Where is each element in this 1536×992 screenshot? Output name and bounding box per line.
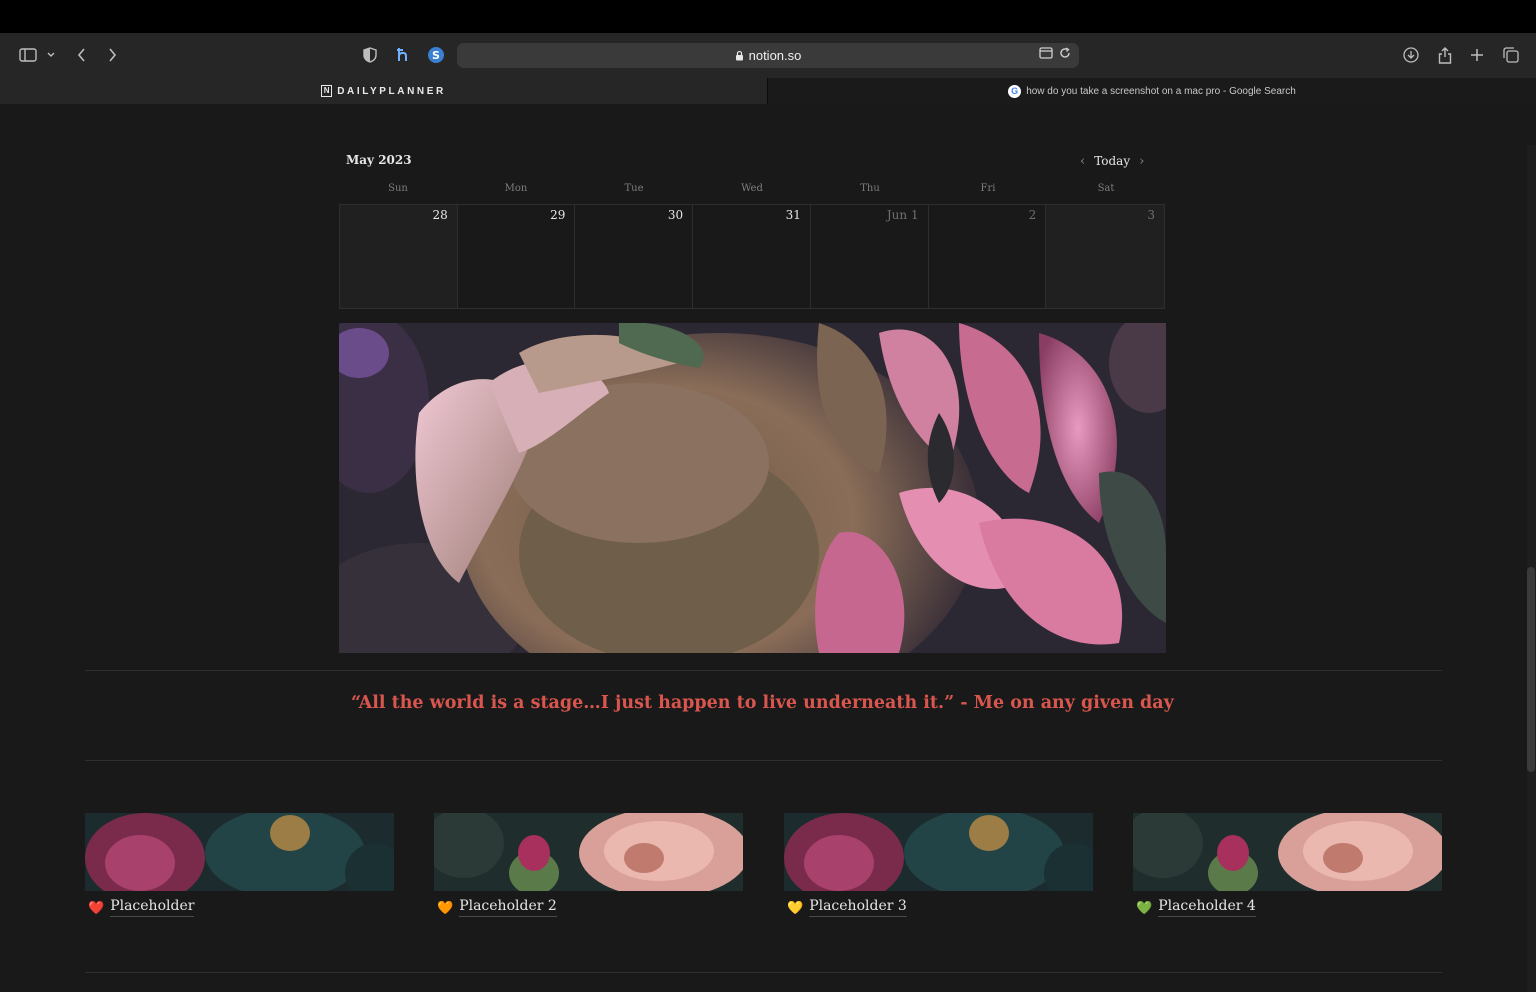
calendar-day-cell[interactable]: 30 bbox=[575, 205, 694, 308]
divider bbox=[85, 760, 1442, 761]
calendar-day-cell[interactable]: Jun 1 bbox=[811, 205, 929, 308]
card-title: Placeholder 2 bbox=[459, 898, 557, 917]
weekday-header: Tue bbox=[624, 183, 644, 194]
day-number: 3 bbox=[1147, 208, 1156, 222]
card-title: Placeholder 3 bbox=[809, 898, 907, 917]
card-cover-image bbox=[784, 813, 1093, 891]
calendar-month-label: May 2023 bbox=[346, 153, 412, 167]
back-icon[interactable] bbox=[74, 43, 88, 67]
day-number: 2 bbox=[1028, 208, 1037, 222]
extension-s-icon[interactable]: S bbox=[427, 43, 445, 67]
weekday-header: Mon bbox=[504, 183, 528, 194]
calendar-day-cell[interactable]: 29 bbox=[458, 205, 576, 308]
chevron-down-icon[interactable] bbox=[45, 43, 57, 67]
url-text: notion.so bbox=[748, 48, 802, 63]
heart-icon: 🧡 bbox=[437, 899, 454, 915]
tab-title: how do you take a screenshot on a mac pr… bbox=[1026, 85, 1296, 97]
tab-title: DAILYPLANNER bbox=[337, 85, 446, 97]
gallery-card[interactable]: 💛 Placeholder 3 bbox=[784, 813, 1093, 923]
weekday-header: Wed bbox=[741, 183, 763, 194]
calendar-day-cell[interactable]: 31 bbox=[693, 205, 811, 308]
gallery-card[interactable]: 💚 Placeholder 4 bbox=[1133, 813, 1442, 923]
calendar-grid: 28 29 30 31 Jun 1 2 3 bbox=[339, 204, 1165, 309]
sidebar-toggle-icon[interactable] bbox=[18, 43, 38, 67]
screen-top-bar bbox=[0, 0, 1536, 33]
card-title: Placeholder bbox=[110, 898, 195, 917]
day-number: 29 bbox=[550, 208, 566, 222]
forward-icon[interactable] bbox=[105, 43, 119, 67]
tab-dailyplanner[interactable]: N DAILYPLANNER bbox=[0, 78, 767, 104]
calendar-day-cell[interactable]: 3 bbox=[1046, 205, 1165, 308]
shield-icon[interactable] bbox=[362, 43, 378, 67]
weekday-header: Sun bbox=[388, 183, 408, 194]
gallery-card[interactable]: ❤️ Placeholder bbox=[85, 813, 394, 923]
card-cover-image bbox=[85, 813, 394, 891]
chevron-right-icon[interactable]: › bbox=[1139, 154, 1144, 169]
extension-h-icon[interactable] bbox=[394, 43, 412, 67]
browser-toolbar: S notion.so bbox=[0, 33, 1536, 78]
day-number: Jun 1 bbox=[886, 208, 919, 222]
calendar-day-cell[interactable]: 2 bbox=[929, 205, 1047, 308]
day-number: 28 bbox=[432, 208, 448, 222]
card-title: Placeholder 4 bbox=[1158, 898, 1256, 917]
notion-logo-icon: N bbox=[321, 85, 333, 97]
download-icon[interactable] bbox=[1402, 43, 1420, 67]
chevron-left-icon[interactable]: ‹ bbox=[1080, 154, 1085, 169]
lock-icon bbox=[735, 50, 743, 61]
weekday-header: Fri bbox=[980, 183, 996, 194]
reader-icon[interactable] bbox=[1039, 47, 1053, 59]
calendar-nav: ‹ Today › bbox=[1080, 152, 1144, 170]
card-cover-image bbox=[434, 813, 743, 891]
address-bar[interactable]: notion.so bbox=[457, 43, 1079, 68]
share-icon[interactable] bbox=[1436, 43, 1454, 67]
divider bbox=[85, 972, 1442, 973]
gallery-card[interactable]: 🧡 Placeholder 2 bbox=[434, 813, 743, 923]
weekday-header: Sat bbox=[1097, 183, 1115, 194]
day-number: 30 bbox=[667, 208, 684, 222]
tab-overview-icon[interactable] bbox=[1502, 43, 1520, 67]
google-icon: G bbox=[1008, 84, 1022, 98]
calendar-day-cell[interactable]: 28 bbox=[340, 205, 458, 308]
weekday-header: Thu bbox=[860, 183, 880, 194]
card-cover-image bbox=[1133, 813, 1442, 891]
tab-bar: N DAILYPLANNER G how do you take a scree… bbox=[0, 78, 1536, 104]
heart-icon: 💚 bbox=[1136, 899, 1153, 915]
svg-text:S: S bbox=[432, 49, 440, 62]
reload-icon[interactable] bbox=[1059, 47, 1071, 59]
divider bbox=[85, 670, 1442, 671]
today-button[interactable]: Today bbox=[1094, 154, 1130, 168]
heart-icon: 💛 bbox=[787, 899, 804, 915]
new-tab-icon[interactable] bbox=[1468, 43, 1486, 67]
tab-google-search[interactable]: G how do you take a screenshot on a mac … bbox=[767, 78, 1536, 104]
quote-text: “All the world is a stage…I just happen … bbox=[351, 693, 1174, 713]
floral-banner-image bbox=[339, 323, 1166, 653]
heart-icon: ❤️ bbox=[88, 899, 105, 915]
scrollbar-thumb[interactable] bbox=[1527, 567, 1535, 772]
day-number: 31 bbox=[785, 208, 801, 222]
